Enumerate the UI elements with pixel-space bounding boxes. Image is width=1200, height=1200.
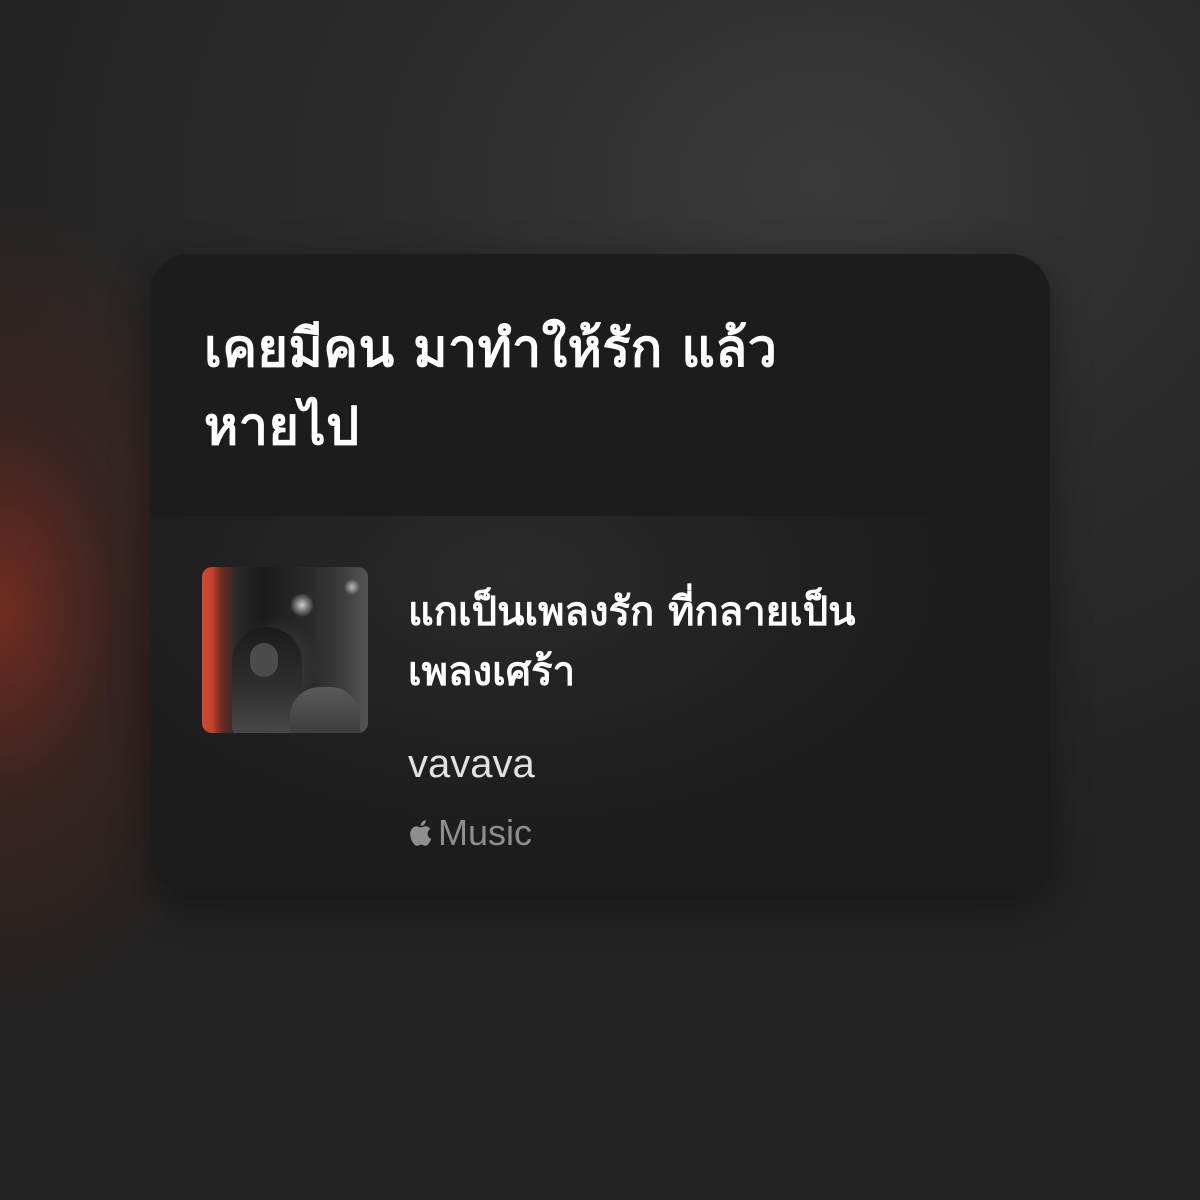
apple-logo-icon [410, 820, 432, 846]
artwork-shoulder [290, 687, 360, 733]
album-artwork[interactable] [202, 567, 368, 733]
artwork-face [250, 643, 278, 677]
song-title[interactable]: แกเป็นเพลงรัก ที่กลายเป็น เพลงเศร้า [408, 582, 1008, 702]
lyric-section: เคยมีคน มาทำให้รัก แล้ว หายไป [150, 254, 1050, 516]
service-label: Music [438, 812, 533, 853]
apple-music-badge[interactable]: Music [408, 810, 532, 856]
lyric-text: เคยมีคน มาทำให้รัก แล้ว หายไป [204, 319, 778, 457]
lyric-share-card[interactable]: เคยมีคน มาทำให้รัก แล้ว หายไป แกเป็นเพลง… [150, 254, 1050, 894]
artist-name[interactable]: vavava [408, 738, 535, 790]
song-info-section[interactable]: แกเป็นเพลงรัก ที่กลายเป็น เพลงเศร้า vava… [150, 516, 1050, 894]
